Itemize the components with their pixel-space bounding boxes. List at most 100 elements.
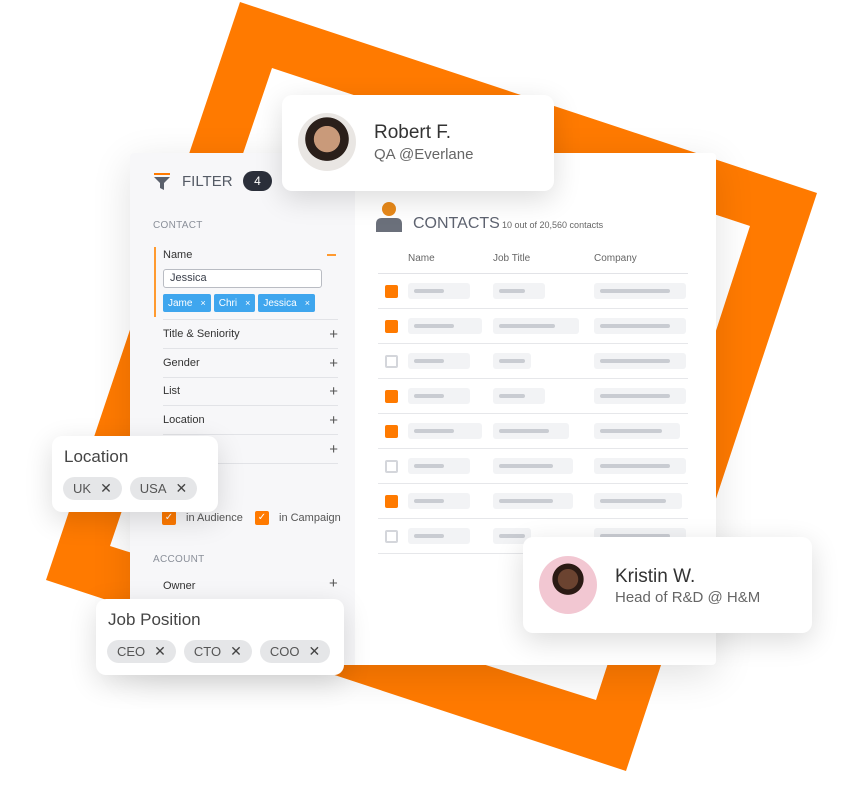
- row-checkbox[interactable]: [385, 354, 398, 368]
- checkbox-label: in Campaign: [279, 512, 341, 524]
- placeholder-bar: [499, 394, 525, 398]
- column-header-job-title[interactable]: Job Title: [493, 253, 530, 264]
- owner-label: Owner: [163, 580, 196, 592]
- job-chip[interactable]: CTO ✕: [183, 640, 252, 663]
- name-tag[interactable]: Chri ×: [213, 294, 256, 312]
- table-row[interactable]: [378, 309, 688, 344]
- placeholder-cell: [493, 318, 579, 334]
- table-row[interactable]: [378, 274, 688, 309]
- filter-row-list[interactable]: List +: [163, 377, 338, 406]
- check-icon[interactable]: ✓: [162, 511, 176, 525]
- plus-icon[interactable]: +: [329, 441, 338, 458]
- row-checkbox[interactable]: [385, 459, 398, 473]
- placeholder-bar: [414, 394, 444, 398]
- avatar: [298, 113, 356, 171]
- placeholder-cell: [594, 318, 686, 334]
- placeholder-cell: [594, 353, 686, 369]
- placeholder-bar: [414, 429, 454, 433]
- table-row[interactable]: [378, 414, 688, 449]
- placeholder-cell: [594, 423, 680, 439]
- contact-section-label: CONTACT: [153, 220, 203, 231]
- location-chip[interactable]: UK ✕: [63, 477, 122, 500]
- placeholder-cell: [493, 493, 573, 509]
- job-chip[interactable]: COO ✕: [259, 640, 331, 663]
- job-position-card: Job Position CEO ✕ CTO ✕ COO ✕: [96, 599, 344, 675]
- placeholder-cell: [493, 283, 545, 299]
- column-header-company[interactable]: Company: [594, 253, 637, 264]
- close-icon[interactable]: ✕: [100, 480, 112, 497]
- placeholder-bar: [600, 499, 666, 503]
- placeholder-bar: [414, 289, 444, 293]
- filter-row-title[interactable]: Title & Seniority +: [163, 320, 338, 349]
- placeholder-cell: [594, 493, 682, 509]
- placeholder-bar: [414, 534, 444, 538]
- location-chip[interactable]: USA ✕: [129, 477, 198, 500]
- table-row[interactable]: [378, 379, 688, 414]
- placeholder-cell: [408, 458, 470, 474]
- row-checkbox[interactable]: [385, 424, 398, 438]
- name-tags: Jame × Chri × Jessica ×: [163, 294, 318, 312]
- table-row[interactable]: [378, 484, 688, 519]
- filter-row-location[interactable]: Location +: [163, 406, 338, 435]
- placeholder-bar: [499, 324, 555, 328]
- campaign-checkbox[interactable]: ✓ in Campaign: [255, 511, 341, 525]
- placeholder-bar: [414, 324, 454, 328]
- account-section-label: ACCOUNT: [153, 554, 205, 565]
- column-header-name[interactable]: Name: [408, 253, 435, 264]
- job-card-title: Job Position: [108, 610, 201, 629]
- placeholder-cell: [493, 423, 569, 439]
- close-icon[interactable]: ✕: [154, 643, 166, 660]
- row-checkbox[interactable]: [385, 529, 398, 543]
- profile-card-kristin: Kristin W. Head of R&D @ H&M: [523, 537, 812, 633]
- profile-role: QA @Everlane: [374, 146, 474, 163]
- tag-label: Jessica: [263, 297, 297, 309]
- placeholder-cell: [408, 493, 470, 509]
- placeholder-bar: [600, 394, 670, 398]
- row-label: Title & Seniority: [163, 328, 240, 340]
- contacts-count: 10 out of 20,560 contacts: [502, 220, 604, 230]
- plus-icon[interactable]: +: [329, 383, 338, 400]
- placeholder-bar: [499, 534, 525, 538]
- profile-role: Head of R&D @ H&M: [615, 589, 761, 606]
- name-tag[interactable]: Jame ×: [163, 294, 211, 312]
- row-label: Gender: [163, 357, 200, 369]
- filter-title: FILTER: [182, 173, 233, 190]
- plus-icon[interactable]: +: [329, 355, 338, 372]
- location-card-title: Location: [64, 447, 129, 466]
- row-checkbox[interactable]: [385, 319, 398, 333]
- placeholder-cell: [408, 423, 482, 439]
- avatar: [539, 556, 597, 614]
- row-label: Location: [163, 414, 205, 426]
- person-icon: [376, 202, 402, 232]
- remove-icon[interactable]: ×: [305, 298, 310, 308]
- chip-label: USA: [139, 481, 167, 496]
- filter-row-gender[interactable]: Gender +: [163, 349, 338, 378]
- table-row[interactable]: [378, 344, 688, 379]
- placeholder-cell: [493, 353, 531, 369]
- tag-label: Chri: [218, 297, 238, 309]
- name-search-input[interactable]: Jessica: [163, 269, 322, 288]
- audience-checkbox[interactable]: ✓ in Audience: [162, 511, 243, 525]
- chip-label: COO: [269, 644, 300, 659]
- close-icon[interactable]: ✕: [308, 643, 320, 660]
- placeholder-bar: [499, 289, 525, 293]
- row-checkbox[interactable]: [385, 494, 398, 508]
- close-icon[interactable]: ✕: [176, 480, 188, 497]
- active-indicator: [154, 247, 156, 317]
- remove-icon[interactable]: ×: [245, 298, 250, 308]
- table-row[interactable]: [378, 449, 688, 484]
- name-tag[interactable]: Jessica ×: [258, 294, 315, 312]
- remove-icon[interactable]: ×: [200, 298, 205, 308]
- placeholder-bar: [499, 429, 549, 433]
- checkbox-label: in Audience: [186, 512, 243, 524]
- row-checkbox[interactable]: [385, 284, 398, 298]
- chip-label: CEO: [117, 644, 146, 659]
- plus-icon[interactable]: +: [329, 575, 338, 592]
- plus-icon[interactable]: +: [329, 412, 338, 429]
- job-chip[interactable]: CEO ✕: [107, 640, 176, 663]
- check-icon[interactable]: ✓: [255, 511, 269, 525]
- plus-icon[interactable]: +: [329, 326, 338, 343]
- row-checkbox[interactable]: [385, 389, 398, 403]
- close-icon[interactable]: ✕: [230, 643, 242, 660]
- collapse-icon[interactable]: [327, 254, 336, 256]
